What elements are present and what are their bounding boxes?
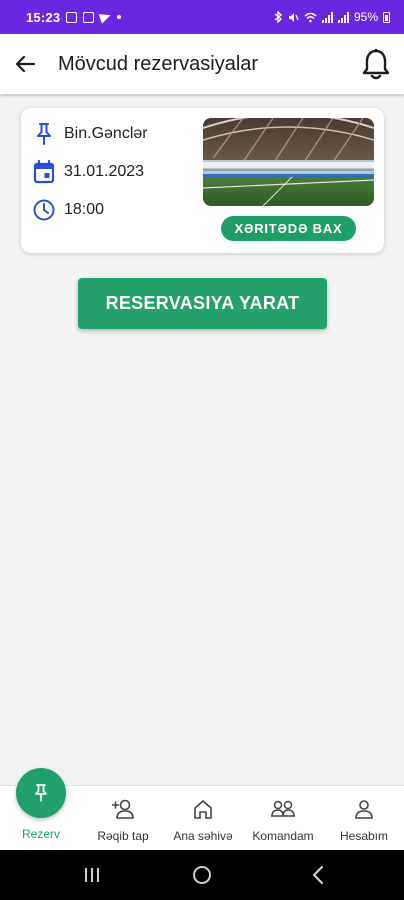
pin-icon [35, 784, 47, 802]
nav-item-reservation[interactable] [16, 768, 66, 818]
telegram-notification-icon [98, 10, 113, 24]
recent-apps-icon [85, 868, 99, 882]
signal-2-icon [337, 11, 349, 23]
nav-item-home[interactable]: Ana səhivə [163, 786, 243, 851]
system-navigation-bar [0, 850, 404, 900]
venue-row: Bin.Gənclər [33, 122, 148, 146]
nav-label-my-account: Hesabım [339, 829, 389, 843]
recent-apps-button[interactable] [62, 850, 122, 900]
back-button[interactable] [0, 34, 50, 94]
calendar-icon [33, 160, 55, 184]
add-person-icon [112, 799, 134, 819]
team-icon [271, 800, 295, 817]
nav-item-my-account[interactable]: Hesabım [324, 786, 404, 851]
nav-label-my-team: Komandam [252, 829, 314, 843]
home-circle-icon [193, 866, 211, 884]
battery-percent: 95% [353, 10, 378, 24]
more-notifications-icon [117, 15, 122, 19]
clock-icon [33, 199, 55, 221]
message-notification-icon [83, 11, 95, 23]
signal-icon [321, 11, 333, 23]
venue-photo [203, 118, 374, 206]
nav-item-find-rival[interactable]: Rəqib tap [83, 786, 163, 851]
home-system-button[interactable] [172, 850, 232, 900]
pin-icon [37, 123, 51, 145]
wifi-icon [304, 12, 317, 22]
time-row: 18:00 [33, 198, 104, 222]
chevron-left-icon [312, 865, 324, 885]
view-on-map-button[interactable]: XƏRITƏDƏ BAX [221, 216, 356, 241]
date-row: 31.01.2023 [33, 160, 144, 184]
home-icon [194, 800, 212, 819]
reservation-time: 18:00 [64, 201, 105, 218]
nav-item-my-team[interactable]: Komandam [243, 786, 323, 851]
reservation-date: 31.01.2023 [64, 163, 145, 180]
nav-label-find-rival: Rəqib tap [97, 829, 149, 843]
status-time: 15:23 [26, 9, 61, 25]
battery-icon [383, 11, 390, 23]
bell-icon [362, 48, 390, 80]
bluetooth-icon [274, 11, 283, 23]
nav-label-home: Ana səhivə [173, 829, 233, 843]
back-system-button[interactable] [288, 850, 348, 900]
venue-name: Bin.Gənclər [64, 125, 148, 142]
page-title: Mövcud rezervasiyalar [58, 52, 259, 75]
status-bar: 15:23 95% [0, 0, 404, 34]
person-icon [355, 800, 373, 819]
notifications-button[interactable] [348, 34, 404, 94]
arrow-left-icon [15, 55, 36, 73]
nav-label-reservation: Rezerv [21, 827, 60, 841]
gallery-notification-icon [66, 11, 78, 23]
app-bar: Mövcud rezervasiyalar [0, 34, 404, 94]
mute-icon [288, 12, 299, 22]
create-reservation-button[interactable]: RESERVASIYA YARAT [78, 278, 327, 329]
reservation-card[interactable]: Bin.Gənclər 31.01.2023 18:00 XƏRITƏDƏ BA… [21, 108, 384, 253]
